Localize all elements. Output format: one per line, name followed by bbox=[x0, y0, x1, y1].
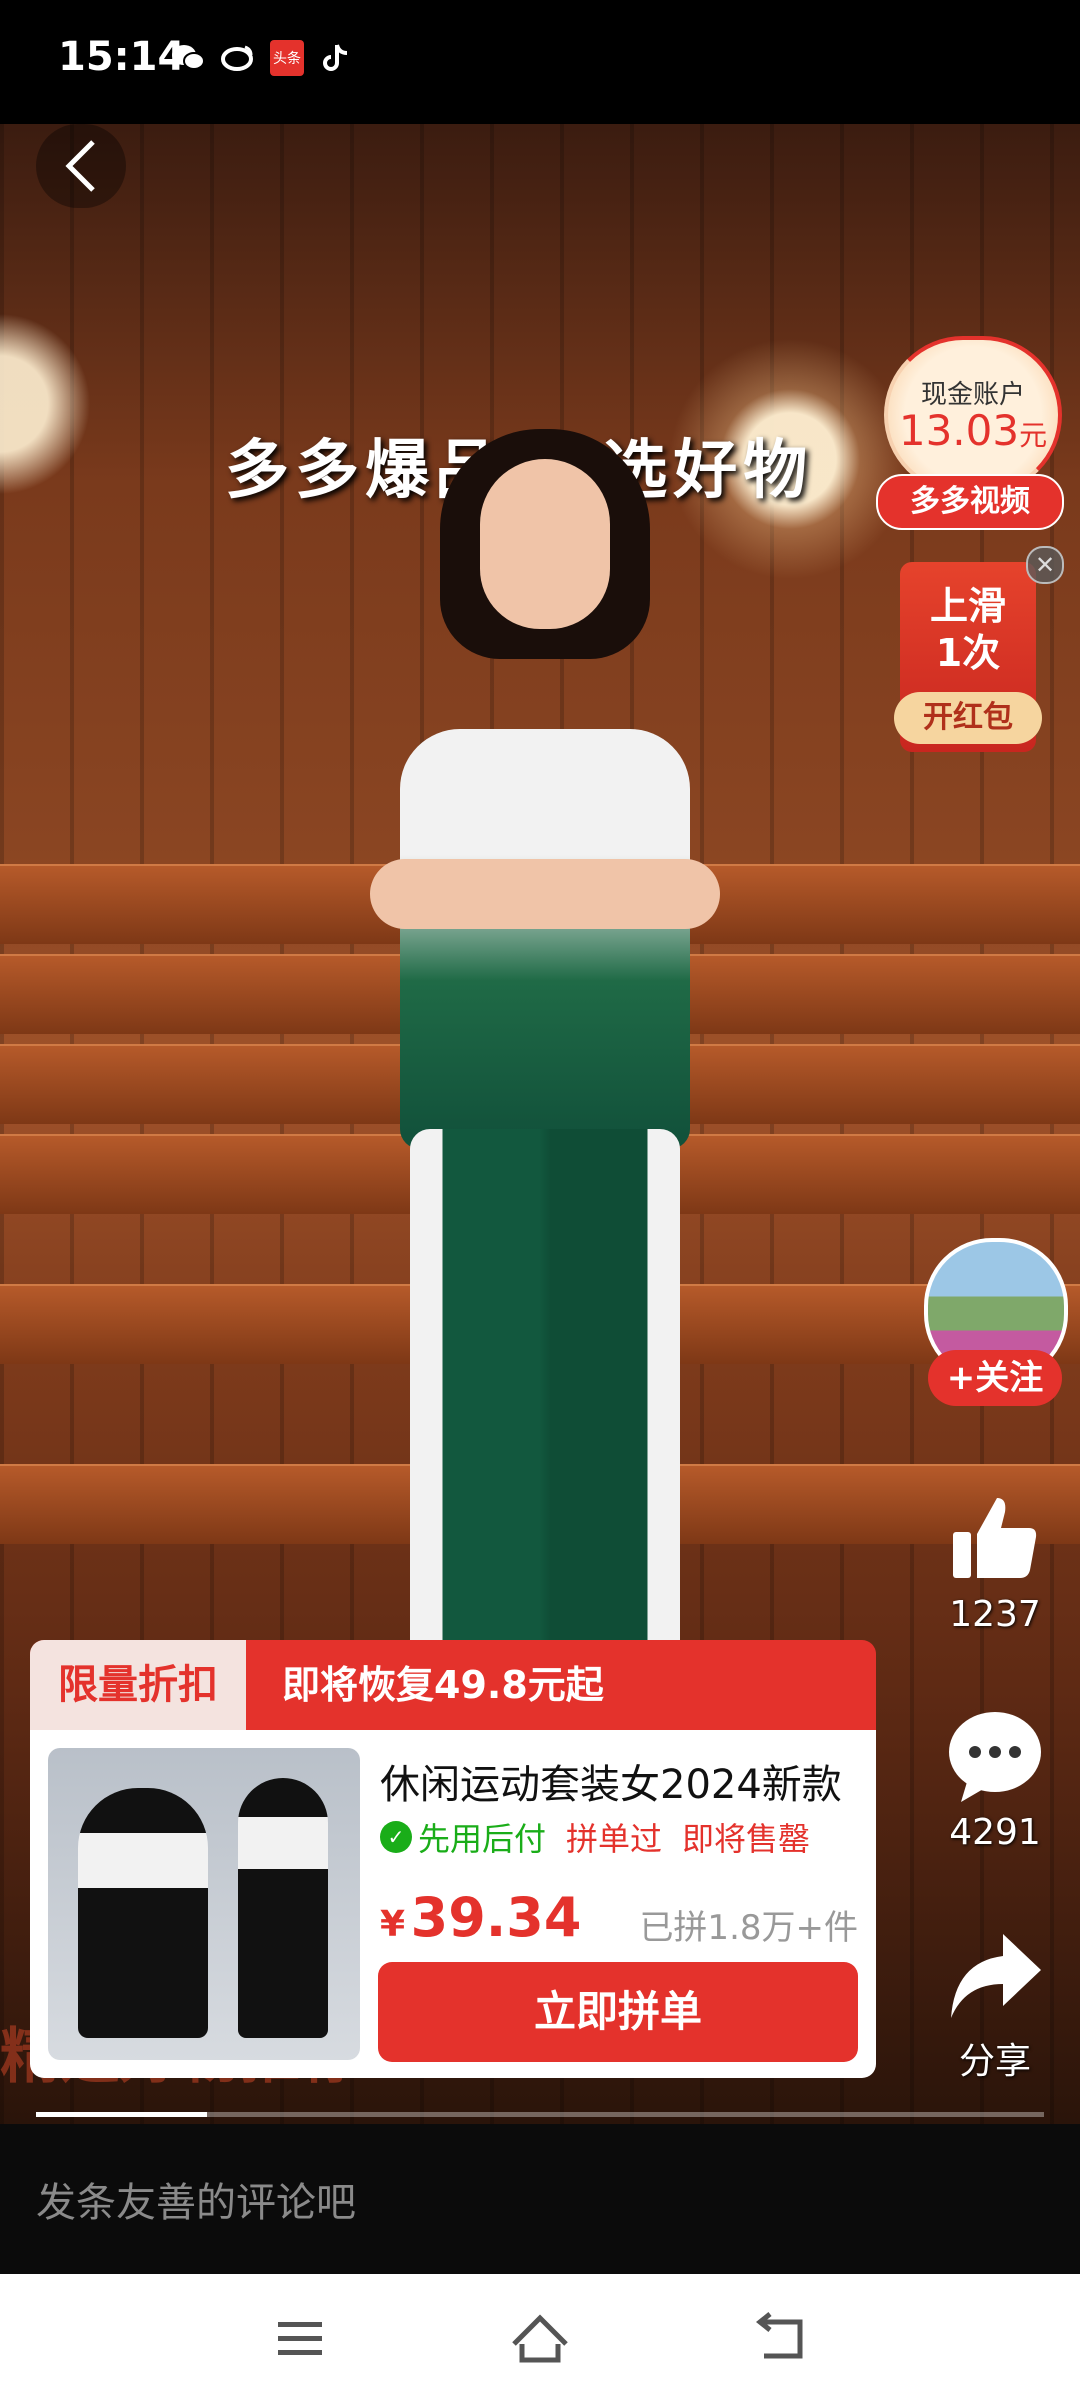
share-label: 分享 bbox=[958, 2041, 1031, 2082]
duoduo-video-tag[interactable]: 多多视频 bbox=[876, 474, 1064, 530]
video-progress-fill bbox=[36, 2112, 208, 2117]
video-progress-bar[interactable] bbox=[36, 2112, 1044, 2117]
pay-later-icon: ✓ bbox=[380, 1821, 412, 1853]
share-arrow-icon bbox=[945, 1926, 1045, 2026]
product-price: ¥ 39.34 bbox=[380, 1886, 581, 1949]
follow-button[interactable]: +关注 bbox=[928, 1350, 1062, 1406]
video-model-figure bbox=[370, 429, 720, 1809]
tiktok-icon bbox=[318, 42, 354, 74]
thumbs-up-icon bbox=[945, 1488, 1045, 1588]
cash-account-amount: 13.03元 bbox=[898, 406, 1048, 455]
product-card-header[interactable]: 限量折扣 即将恢复49.8元起 bbox=[30, 1640, 876, 1730]
price-currency: ¥ bbox=[380, 1904, 406, 1945]
close-icon[interactable]: ✕ bbox=[1026, 546, 1064, 584]
wechat-icon bbox=[170, 42, 206, 74]
product-card[interactable]: 休闲运动套装女2024新款 ✓ 先用后付 拼单过 即将售罄 ¥ 39.34 已拼… bbox=[30, 1730, 876, 2078]
product-tags: ✓ 先用后付 拼单过 即将售罄 bbox=[380, 1814, 810, 1860]
cash-account-widget[interactable]: 现金账户 13.03元 bbox=[884, 336, 1062, 494]
status-time: 15:14 bbox=[58, 34, 186, 80]
status-notification-icons: 头条 bbox=[170, 40, 354, 76]
price-value: 39.34 bbox=[410, 1886, 582, 1949]
sold-count: 已拼1.8万+件 bbox=[639, 1908, 858, 1948]
like-count: 1237 bbox=[949, 1594, 1041, 1635]
bought-before-tag: 拼单过 bbox=[566, 1820, 663, 1858]
back-button[interactable] bbox=[36, 124, 126, 208]
comment-button[interactable]: 4291 bbox=[930, 1706, 1060, 1853]
share-button[interactable]: 分享 bbox=[930, 1926, 1060, 2084]
selling-out-tag: 即将售罄 bbox=[682, 1820, 811, 1858]
promo-text: 即将恢复49.8元起 bbox=[282, 1663, 604, 1707]
toutiao-icon: 头条 bbox=[270, 40, 304, 76]
product-thumbnail[interactable] bbox=[48, 1748, 360, 2060]
home-icon[interactable] bbox=[500, 2304, 580, 2374]
open-red-packet-button[interactable]: 开红包 bbox=[894, 692, 1042, 744]
product-title[interactable]: 休闲运动套装女2024新款 bbox=[380, 1752, 842, 1810]
pay-later-tag: ✓ 先用后付 bbox=[380, 1814, 546, 1860]
comment-count: 4291 bbox=[949, 1812, 1041, 1853]
like-button[interactable]: 1237 bbox=[930, 1488, 1060, 1635]
comment-input[interactable]: 发条友善的评论吧 bbox=[36, 2170, 356, 2228]
weibo-icon bbox=[220, 42, 256, 74]
red-packet-line1: 上滑 bbox=[929, 584, 1006, 628]
group-buy-button[interactable]: 立即拼单 bbox=[378, 1962, 858, 2062]
status-bar: 15:14 头条 bbox=[0, 0, 1080, 124]
comment-bar: 发条友善的评论吧 bbox=[0, 2124, 1080, 2274]
back-nav-icon[interactable] bbox=[740, 2304, 820, 2374]
system-nav-bar bbox=[0, 2274, 1080, 2400]
chevron-left-icon bbox=[65, 140, 95, 192]
limited-discount-badge: 限量折扣 bbox=[30, 1640, 246, 1730]
comment-bubble-icon bbox=[945, 1706, 1045, 1806]
red-packet-line2: 1次 bbox=[935, 631, 1001, 675]
menu-icon[interactable] bbox=[260, 2304, 340, 2374]
